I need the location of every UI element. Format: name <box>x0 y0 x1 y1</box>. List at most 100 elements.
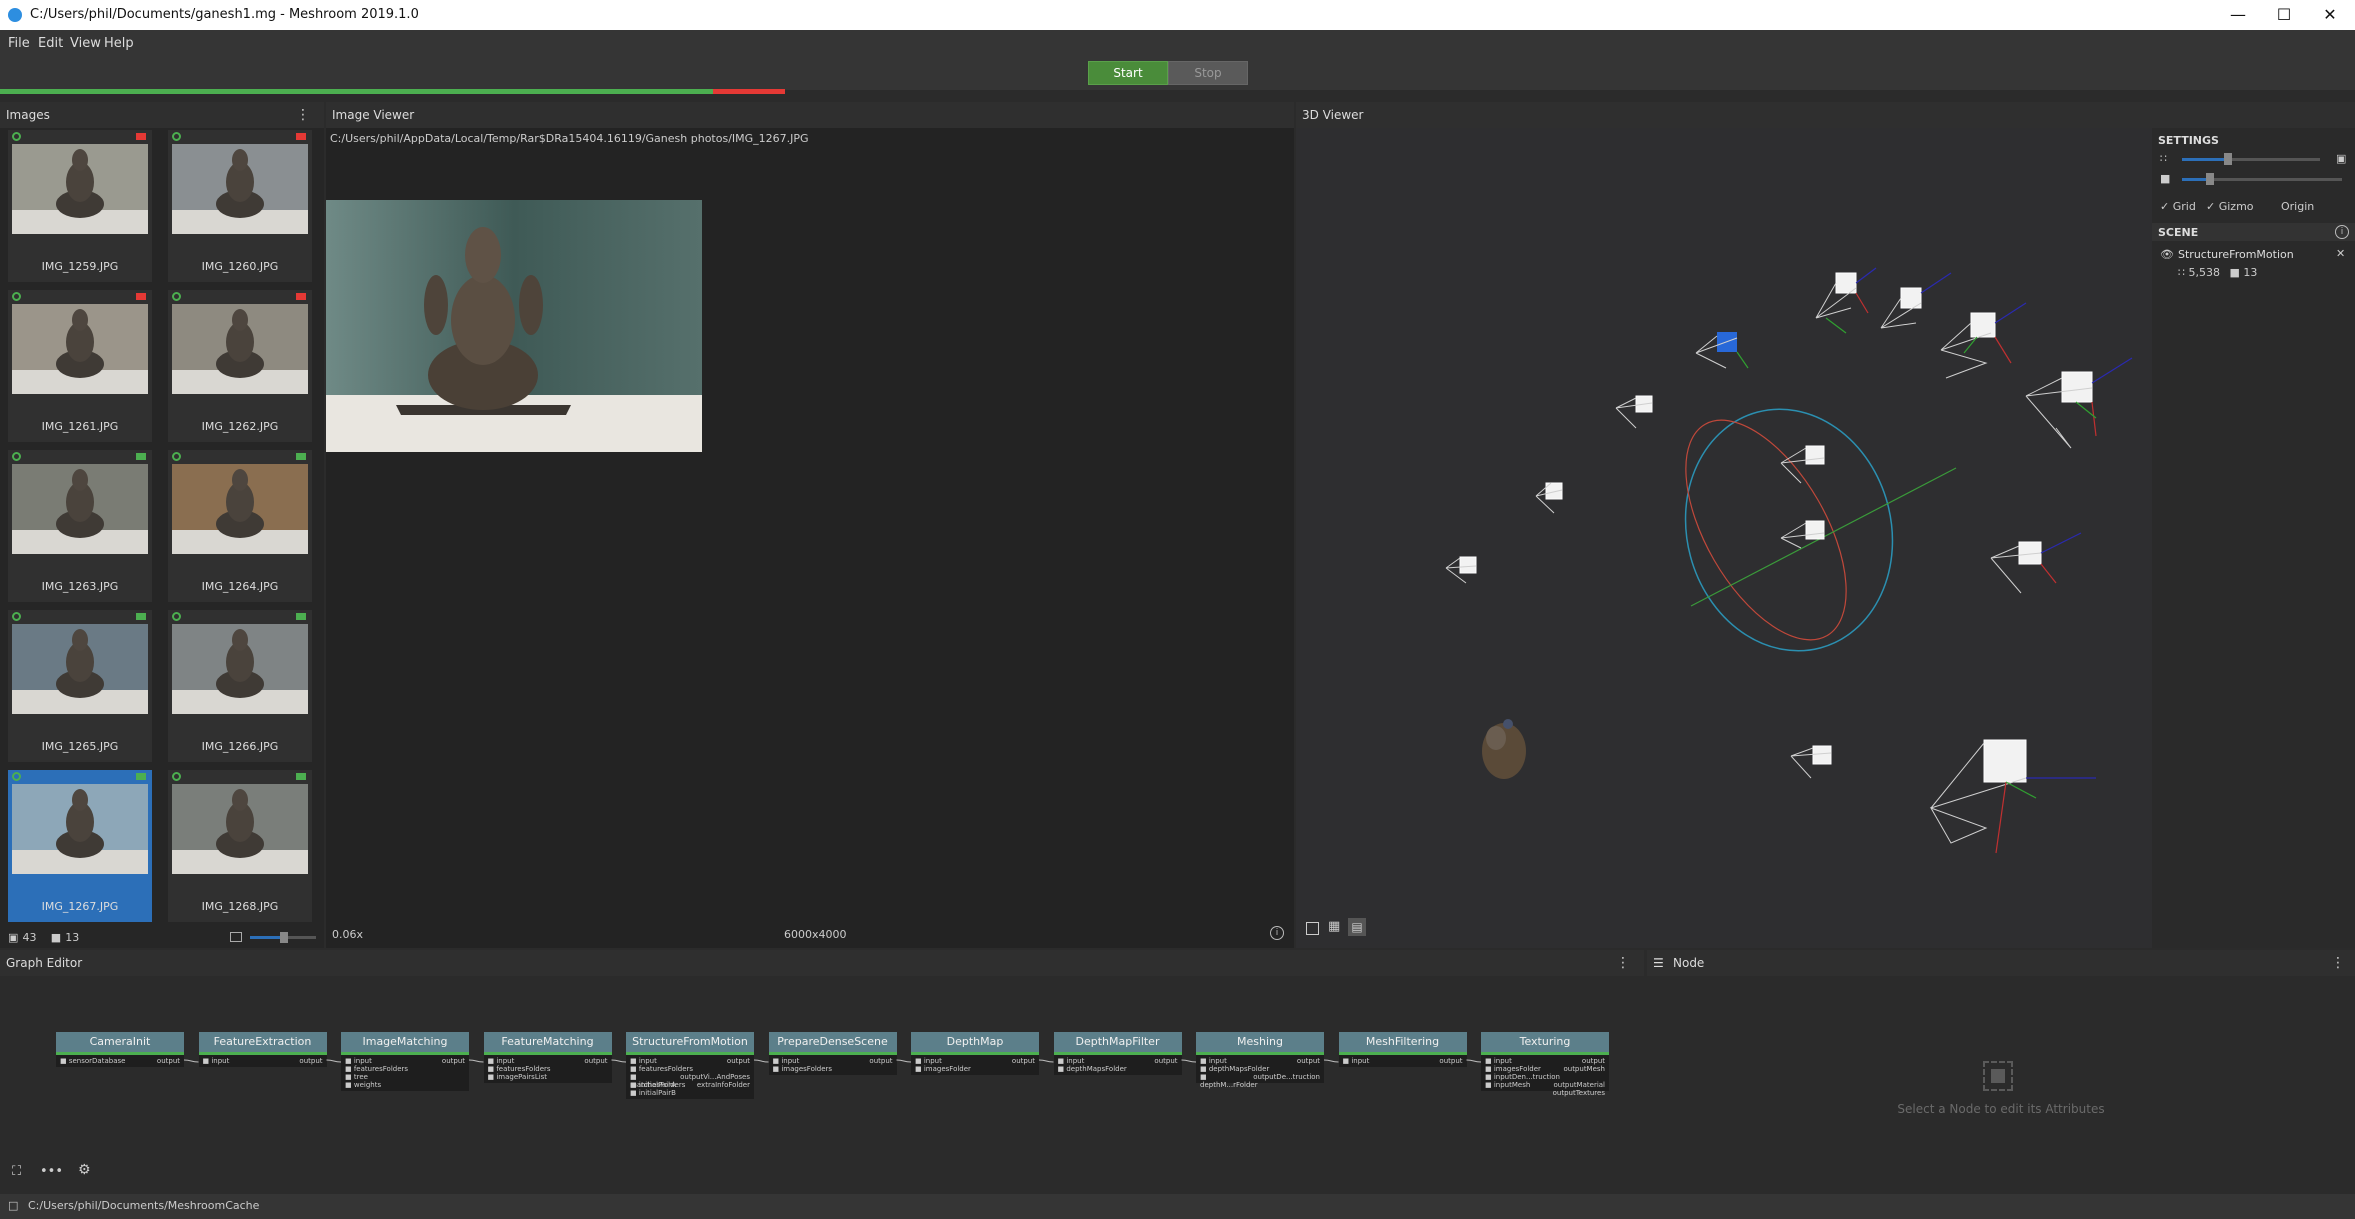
reconstructed-icon <box>172 452 181 461</box>
3d-scene[interactable] <box>1296 128 2152 948</box>
node-placeholder-text: Select a Node to edit its Attributes <box>1897 1102 2105 1116</box>
graph-settings-gear-icon[interactable]: ⚙ <box>78 1162 91 1178</box>
close-window-button[interactable]: ✕ <box>2307 0 2353 30</box>
thumbnail-image <box>12 624 148 714</box>
status-bar: □ C:/Users/phil/Documents/MeshroomCache <box>0 1194 2355 1219</box>
app-logo-icon <box>8 8 22 22</box>
image-thumbnail[interactable]: IMG_1266.JPG <box>168 610 312 762</box>
thumbnail-label: IMG_1265.JPG <box>41 740 119 753</box>
viewed-image[interactable] <box>326 200 702 452</box>
node-settings-icon: ☰ <box>1653 956 1664 970</box>
menu-file[interactable]: File <box>8 36 30 51</box>
reconstructed-icon <box>12 612 21 621</box>
progress-error <box>713 89 785 94</box>
node-panel-header: ☰ Node ⋮ <box>1647 950 2355 976</box>
minimize-button[interactable]: — <box>2215 0 2261 30</box>
reconstructed-icon <box>172 132 181 141</box>
camera-scale-slider[interactable] <box>2182 173 2342 185</box>
image-thumbnail[interactable]: IMG_1264.JPG <box>168 450 312 602</box>
graph-node-title: FeatureMatching <box>483 1032 612 1052</box>
solid-mode-icon[interactable] <box>1306 922 1319 935</box>
menu-help[interactable]: Help <box>104 36 134 51</box>
image-icon: ▣ <box>8 931 19 944</box>
image-thumbnail[interactable]: IMG_1260.JPG <box>168 130 312 282</box>
menu-edit[interactable]: Edit <box>38 36 63 51</box>
thumbnail-image <box>12 784 148 874</box>
camera-icon: ■ <box>50 931 62 944</box>
folder-icon: □ <box>8 1199 19 1212</box>
images-panel: Images ⋮ IMG_1259.JPG IMG_1260.JPG IMG_126… <box>0 102 324 948</box>
start-button[interactable]: Start <box>1088 61 1168 85</box>
grid-toggle[interactable]: ✓ Grid <box>2160 200 2196 213</box>
graph-node-title: FeatureExtraction <box>198 1032 327 1052</box>
node-output-port[interactable]: outputTextures <box>1553 1089 1605 1097</box>
camera-status-icon <box>296 773 306 780</box>
point-size-slider[interactable] <box>2182 153 2320 165</box>
gizmo-toggle[interactable]: ✓ Gizmo <box>2206 200 2254 213</box>
scene-item-stats: ∷ 5,538 ■ 13 <box>2178 266 2258 279</box>
node-input-port[interactable]: initialPairB <box>639 1089 676 1097</box>
wireframe-mode-icon[interactable]: ▦ <box>1328 919 1340 934</box>
thumbnail-image <box>12 464 148 554</box>
camera-status-icon <box>296 613 306 620</box>
image-thumbnail[interactable]: IMG_1263.JPG <box>8 450 152 602</box>
thumbnail-label: IMG_1266.JPG <box>201 740 279 753</box>
thumbnail-image <box>12 144 148 234</box>
thumbnail-size-slider[interactable] <box>250 932 316 943</box>
fit-graph-icon[interactable]: ⛶ <box>12 1164 21 1179</box>
graph-edge <box>1038 1059 1054 1063</box>
stop-button[interactable]: Stop <box>1168 61 1248 85</box>
graph-edge <box>1323 1059 1339 1063</box>
image-thumbnail[interactable]: IMG_1261.JPG <box>8 290 152 442</box>
image-thumbnail[interactable]: IMG_1259.JPG <box>8 130 152 282</box>
reconstructed-icon <box>12 452 21 461</box>
fit-view-icon[interactable]: ▣ <box>2336 152 2346 165</box>
more-options-icon[interactable]: ⋮ <box>296 107 310 123</box>
camera-status-icon <box>136 613 146 620</box>
graph-node-title: DepthMap <box>911 1032 1039 1052</box>
origin-toggle[interactable]: Origin <box>2281 200 2314 213</box>
menu-view[interactable]: View <box>70 36 101 51</box>
reconstructed-icon <box>172 292 181 301</box>
image-viewer-header: Image Viewer <box>326 102 1294 128</box>
image-path: C:/Users/phil/AppData/Local/Temp/Rar$DRa… <box>330 132 809 145</box>
graph-node-title: ImageMatching <box>341 1032 469 1052</box>
eye-icon[interactable]: 👁 <box>2160 248 2174 261</box>
maximize-button[interactable]: ☐ <box>2261 0 2307 30</box>
camera-status-icon <box>136 293 146 300</box>
image-thumbnail[interactable]: IMG_1268.JPG <box>168 770 312 922</box>
images-panel-title: Images <box>6 108 50 122</box>
images-panel-header: Images ⋮ <box>0 102 324 128</box>
reconstructed-icon <box>172 612 181 621</box>
scene-info-icon[interactable]: i <box>2335 225 2349 239</box>
graph-node-title: StructureFromMotion <box>626 1032 754 1052</box>
thumbnail-label: IMG_1260.JPG <box>201 260 279 273</box>
graph-edge <box>326 1059 342 1063</box>
image-thumbnail[interactable]: IMG_1267.JPG <box>8 770 152 922</box>
empty-node-icon <box>1983 1061 2013 1091</box>
scene-item-name[interactable]: StructureFromMotion <box>2178 248 2294 261</box>
thumbnail-image <box>172 624 308 714</box>
points-icon: ∷ <box>2178 266 2185 279</box>
info-icon[interactable]: i <box>1270 926 1284 940</box>
window-title: C:/Users/phil/Documents/ganesh1.mg - Mes… <box>30 7 419 22</box>
graph-edge <box>896 1059 912 1063</box>
thumbnail-image <box>12 304 148 394</box>
image-thumbnail[interactable]: IMG_1265.JPG <box>8 610 152 762</box>
thumbnail-image <box>172 784 308 874</box>
image-thumbnail[interactable]: IMG_1262.JPG <box>168 290 312 442</box>
textured-mode-icon[interactable]: ▤ <box>1348 918 1366 936</box>
node-panel-title: Node <box>1673 956 1705 970</box>
settings-title: SETTINGS <box>2158 134 2219 147</box>
thumbnail-label: IMG_1268.JPG <box>201 900 279 913</box>
remove-scene-item-icon[interactable]: ✕ <box>2336 247 2345 260</box>
camera-status-icon <box>136 453 146 460</box>
more-icon[interactable]: ••• <box>40 1164 63 1179</box>
image-viewer-panel: Image Viewer C:/Users/phil/AppData/Local… <box>326 102 1294 948</box>
graph-options-icon[interactable]: ⋮ <box>1616 955 1630 971</box>
3d-viewer-panel: 3D Viewer SETTINGS ∷ ▣ ■ ✓ Grid ✓ Gizmo … <box>1296 102 2355 948</box>
reconstructed-icon <box>12 132 21 141</box>
node-options-icon[interactable]: ⋮ <box>2331 955 2345 971</box>
graph-edge <box>611 1059 627 1063</box>
image-viewer-title: Image Viewer <box>332 108 415 122</box>
